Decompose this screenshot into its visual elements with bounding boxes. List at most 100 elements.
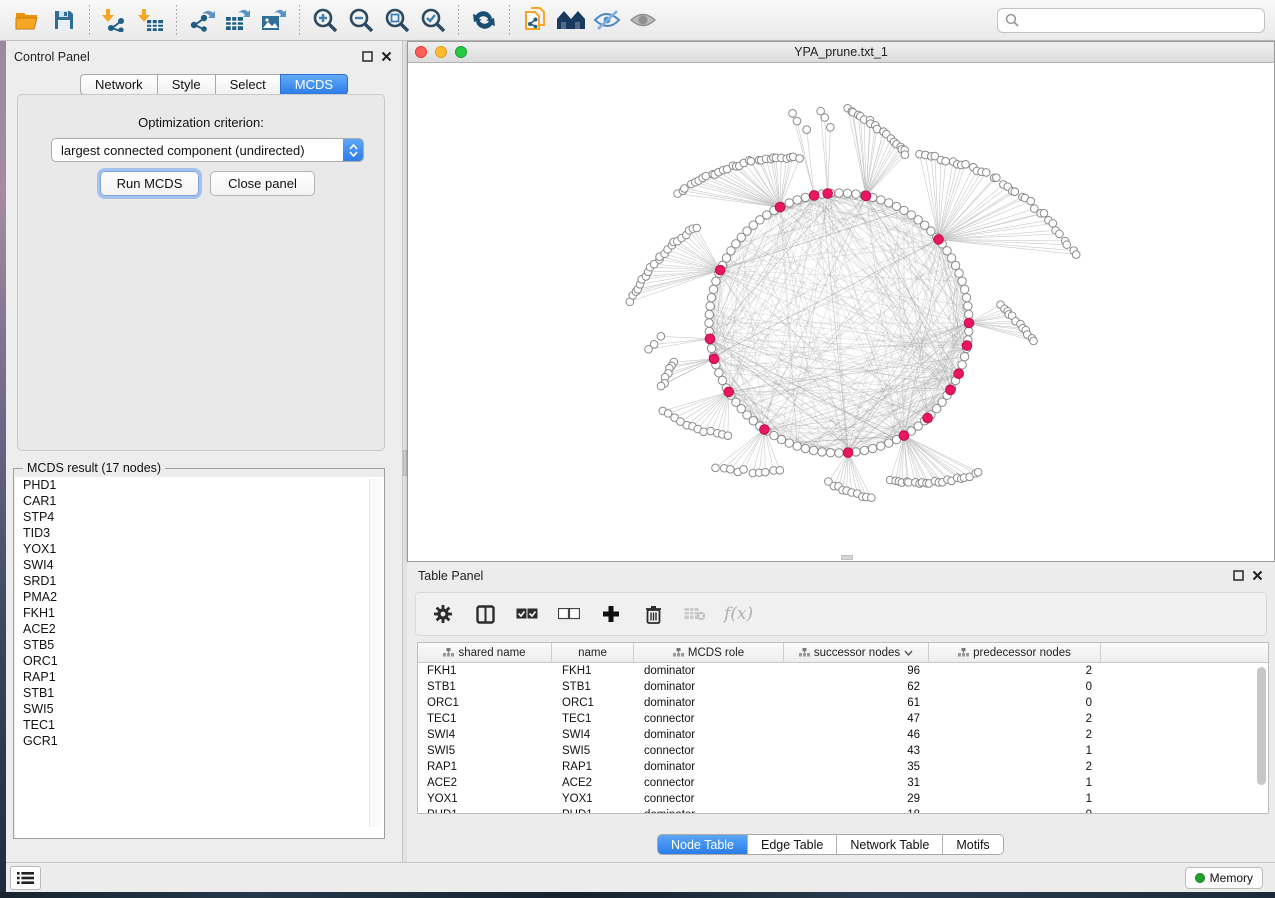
cell-mcds_role[interactable]: dominator <box>634 807 784 814</box>
network-canvas[interactable] <box>408 63 1274 556</box>
export-table-button[interactable] <box>220 3 256 37</box>
mcds-result-item[interactable]: PHD1 <box>15 477 384 493</box>
cell-mcds_role[interactable]: dominator <box>634 663 784 679</box>
show-columns-button[interactable] <box>472 601 498 627</box>
column-header-successor-nodes[interactable]: successor nodes <box>784 643 929 662</box>
cell-shared_name[interactable]: FKH1 <box>418 663 552 679</box>
cell-mcds_role[interactable]: dominator <box>634 679 784 695</box>
graph-dominator-node[interactable] <box>724 387 734 397</box>
graph-node[interactable] <box>958 277 966 285</box>
graph-leaf-node[interactable] <box>827 124 835 132</box>
graph-node[interactable] <box>801 444 809 452</box>
tab-node-table[interactable]: Node Table <box>658 835 748 854</box>
graph-dominator-node[interactable] <box>809 191 819 201</box>
tab-select[interactable]: Select <box>215 74 280 95</box>
new-network-from-selection-button[interactable] <box>517 3 553 37</box>
graph-dominator-node[interactable] <box>964 318 974 328</box>
graph-node[interactable] <box>705 310 713 318</box>
cell-name[interactable]: SWI4 <box>552 727 634 743</box>
cell-shared_name[interactable]: ORC1 <box>418 695 552 711</box>
table-row-SWI5[interactable]: SWI5SWI5connector431 <box>418 743 1268 759</box>
graph-node[interactable] <box>705 319 713 327</box>
close-panel-button[interactable]: Close panel <box>210 171 315 196</box>
graph-node[interactable] <box>712 277 720 285</box>
cell-name[interactable]: YOX1 <box>552 791 634 807</box>
graph-leaf-node[interactable] <box>962 160 970 168</box>
graph-dominator-node[interactable] <box>861 191 871 201</box>
show-log-button[interactable] <box>10 866 41 890</box>
graph-node[interactable] <box>852 190 860 198</box>
graph-node[interactable] <box>707 293 715 301</box>
cell-name[interactable]: FKH1 <box>552 663 634 679</box>
graph-node[interactable] <box>793 196 801 204</box>
graph-leaf-node[interactable] <box>761 468 769 476</box>
export-network-button[interactable] <box>184 3 220 37</box>
table-row-RAP1[interactable]: RAP1RAP1dominator352 <box>418 759 1268 775</box>
graph-leaf-node[interactable] <box>1049 220 1057 228</box>
mcds-result-item[interactable]: SWI4 <box>15 557 384 573</box>
graph-node[interactable] <box>877 196 885 204</box>
mcds-result-item[interactable]: SRD1 <box>15 573 384 589</box>
close-window-traffic-light[interactable] <box>415 46 427 58</box>
graph-leaf-node[interactable] <box>776 466 784 474</box>
graph-dominator-node[interactable] <box>775 202 785 212</box>
cell-name[interactable]: RAP1 <box>552 759 634 775</box>
graph-leaf-node[interactable] <box>1027 197 1035 205</box>
cell-mcds_role[interactable]: dominator <box>634 695 784 711</box>
float-panel-icon[interactable] <box>362 51 373 62</box>
cell-shared_name[interactable]: ACE2 <box>418 775 552 791</box>
graph-dominator-node[interactable] <box>843 448 853 458</box>
float-panel-icon[interactable] <box>1233 570 1244 581</box>
minimize-window-traffic-light[interactable] <box>435 46 447 58</box>
graph-leaf-node[interactable] <box>1063 241 1071 249</box>
graph-leaf-node[interactable] <box>803 126 811 134</box>
tab-mcds[interactable]: MCDS <box>280 74 348 95</box>
graph-node[interactable] <box>960 352 968 360</box>
cell-name[interactable]: STB1 <box>552 679 634 695</box>
cell-name[interactable]: ACE2 <box>552 775 634 791</box>
graph-node[interactable] <box>965 310 973 318</box>
cell-successor_nodes[interactable]: 47 <box>784 711 929 727</box>
cell-name[interactable]: ORC1 <box>552 695 634 711</box>
mcds-result-item[interactable]: PMA2 <box>15 589 384 605</box>
graph-leaf-node[interactable] <box>974 468 982 476</box>
cell-mcds_role[interactable]: connector <box>634 791 784 807</box>
refresh-button[interactable] <box>466 3 502 37</box>
cell-successor_nodes[interactable]: 61 <box>784 695 929 711</box>
graph-dominator-node[interactable] <box>923 413 933 423</box>
mcds-result-item[interactable]: ORC1 <box>15 653 384 669</box>
graph-node[interactable] <box>885 439 893 447</box>
cell-predecessor_nodes[interactable]: 2 <box>929 711 1101 727</box>
graph-node[interactable] <box>709 285 717 293</box>
graph-leaf-node[interactable] <box>681 185 689 193</box>
cell-shared_name[interactable]: YOX1 <box>418 791 552 807</box>
mcds-result-item[interactable]: FKH1 <box>15 605 384 621</box>
graph-node[interactable] <box>877 442 885 450</box>
graph-leaf-node[interactable] <box>693 224 701 232</box>
mcds-result-item[interactable]: TEC1 <box>15 717 384 733</box>
cell-shared_name[interactable]: TEC1 <box>418 711 552 727</box>
graph-node[interactable] <box>785 439 793 447</box>
hide-selected-button[interactable] <box>589 3 625 37</box>
mcds-result-item[interactable]: STB1 <box>15 685 384 701</box>
graph-leaf-node[interactable] <box>700 428 708 436</box>
cell-successor_nodes[interactable]: 62 <box>784 679 929 695</box>
sort-indicator-icon[interactable] <box>904 650 913 656</box>
graph-node[interactable] <box>785 199 793 207</box>
first-neighbors-button[interactable] <box>553 3 589 37</box>
graph-leaf-node[interactable] <box>993 174 1001 182</box>
cell-shared_name[interactable]: RAP1 <box>418 759 552 775</box>
mcds-result-item[interactable]: GCR1 <box>15 733 384 749</box>
mcds-list-scrollbar[interactable] <box>369 479 381 827</box>
mcds-result-item[interactable]: ACE2 <box>15 621 384 637</box>
graph-node[interactable] <box>843 189 851 197</box>
mcds-result-item[interactable]: YOX1 <box>15 541 384 557</box>
export-image-button[interactable] <box>256 3 292 37</box>
mcds-result-item[interactable]: TID3 <box>15 525 384 541</box>
graph-dominator-node[interactable] <box>954 369 964 379</box>
mcds-result-item[interactable]: STB5 <box>15 637 384 653</box>
graph-dominator-node[interactable] <box>899 431 909 441</box>
graph-node[interactable] <box>860 446 868 454</box>
table-scrollbar[interactable] <box>1256 667 1266 811</box>
cell-predecessor_nodes[interactable]: 2 <box>929 663 1101 679</box>
